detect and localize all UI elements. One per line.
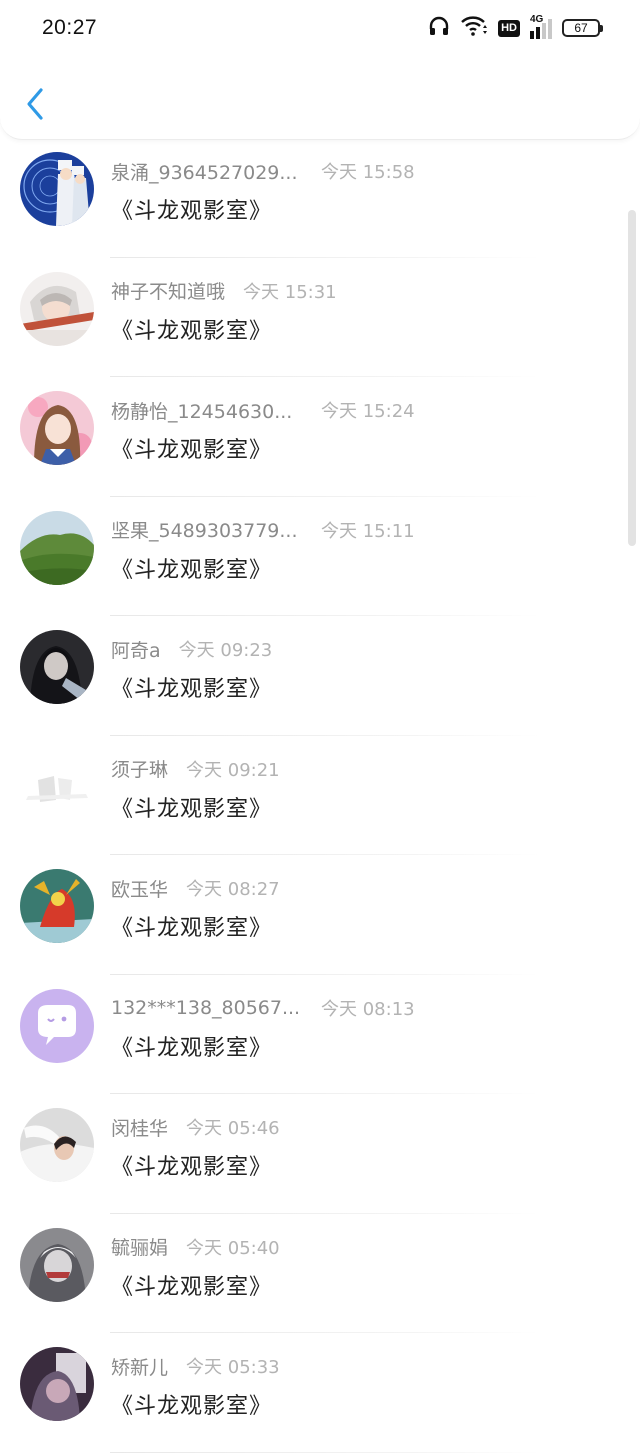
nickname[interactable]: 神子不知道哦	[111, 277, 225, 304]
headphones-icon	[428, 15, 450, 41]
scrollbar[interactable]	[628, 210, 636, 546]
name-row: 坚果_5489303779... 今天 15:11	[111, 515, 415, 545]
nickname[interactable]: 杨静怡_12454630...	[111, 397, 321, 424]
list-item[interactable]: 阿奇a 今天 09:23 《斗龙观影室》	[0, 616, 640, 736]
name-row: 132***138_80567... 今天 08:13	[111, 993, 415, 1023]
avatar[interactable]	[20, 152, 94, 226]
avatar[interactable]	[20, 749, 94, 824]
nickname[interactable]: 毓骊娟	[111, 1233, 168, 1260]
name-row: 矫新儿 今天 05:33	[111, 1351, 280, 1381]
avatar[interactable]	[20, 271, 94, 346]
status-time: 20:27	[42, 16, 98, 39]
list-item[interactable]: 欧玉华 今天 08:27 《斗龙观影室》	[0, 855, 640, 975]
content-text[interactable]: 《斗龙观影室》	[111, 1030, 272, 1062]
timestamp: 今天 15:11	[321, 520, 415, 542]
signal-icon: 4G	[530, 14, 552, 39]
timestamp: 今天 15:58	[321, 162, 415, 183]
name-row: 泉涌_9364527029... 今天 15:58	[111, 156, 415, 186]
name-row: 阿奇a 今天 09:23	[111, 634, 272, 664]
name-row: 闵桂华 今天 05:46	[111, 1112, 280, 1142]
avatar[interactable]	[20, 391, 94, 465]
status-bar: 20:27 HD 4G 67	[0, 0, 640, 58]
list-item[interactable]: 杨静怡_12454630... 今天 15:24 《斗龙观影室》	[0, 377, 640, 497]
content-text[interactable]: 《斗龙观影室》	[111, 791, 272, 823]
nickname[interactable]: 须子琳	[111, 755, 168, 782]
name-row: 毓骊娟 今天 05:40	[111, 1232, 280, 1262]
nickname[interactable]: 阿奇a	[111, 636, 161, 663]
list-item[interactable]: 神子不知道哦 今天 15:31 《斗龙观影室》	[0, 258, 640, 378]
timestamp: 今天 09:21	[186, 759, 280, 781]
list-item[interactable]: 须子琳 今天 09:21 《斗龙观影室》	[0, 736, 640, 856]
name-row: 神子不知道哦 今天 15:31	[111, 276, 337, 306]
wifi-icon	[460, 15, 488, 41]
list-item[interactable]: 闵桂华 今天 05:46 《斗龙观影室》	[0, 1094, 640, 1214]
timestamp: 今天 08:27	[186, 879, 280, 900]
timestamp: 今天 08:13	[321, 998, 415, 1020]
timestamp: 今天 15:31	[243, 281, 337, 303]
content-text[interactable]: 《斗龙观影室》	[111, 193, 272, 225]
nickname[interactable]: 闵桂华	[111, 1114, 168, 1141]
network-type: 4G	[530, 14, 544, 25]
avatar[interactable]	[20, 1227, 94, 1302]
content-text[interactable]: 《斗龙观影室》	[111, 671, 272, 703]
nickname[interactable]: 欧玉华	[111, 875, 168, 902]
name-row: 欧玉华 今天 08:27	[111, 873, 280, 903]
timestamp: 今天 05:46	[186, 1118, 280, 1139]
hd-badge: HD	[498, 19, 520, 37]
content-text[interactable]: 《斗龙观影室》	[111, 1388, 272, 1420]
battery-indicator: 67	[562, 19, 603, 37]
battery-level: 67	[574, 21, 588, 35]
content-text[interactable]: 《斗龙观影室》	[111, 1149, 272, 1181]
chevron-left-icon	[27, 88, 43, 120]
nickname[interactable]: 坚果_5489303779...	[111, 516, 321, 543]
content-text[interactable]: 《斗龙观影室》	[111, 1269, 272, 1301]
avatar[interactable]	[20, 1108, 94, 1182]
nickname[interactable]: 泉涌_9364527029...	[111, 158, 321, 185]
content-text[interactable]: 《斗龙观影室》	[111, 910, 272, 942]
avatar[interactable]	[20, 869, 94, 943]
timestamp: 今天 09:23	[178, 640, 273, 661]
nickname[interactable]: 132***138_80567...	[111, 997, 321, 1019]
list-item[interactable]: 132***138_80567... 今天 08:13 《斗龙观影室》	[0, 975, 640, 1095]
list-item[interactable]: 毓骊娟 今天 05:40 《斗龙观影室》	[0, 1214, 640, 1334]
status-icons: HD 4G 67	[428, 14, 603, 41]
name-row: 杨静怡_12454630... 今天 15:24	[111, 395, 415, 425]
avatar[interactable]	[20, 630, 94, 704]
content-text[interactable]: 《斗龙观影室》	[111, 552, 272, 584]
avatar[interactable]	[20, 988, 94, 1063]
nickname[interactable]: 矫新儿	[111, 1353, 168, 1380]
timestamp: 今天 05:40	[186, 1237, 280, 1259]
list-item[interactable]: 坚果_5489303779... 今天 15:11 《斗龙观影室》	[0, 497, 640, 617]
comment-list: 泉涌_9364527029... 今天 15:58 《斗龙观影室》 神子不知道哦…	[0, 140, 640, 1453]
content-text[interactable]: 《斗龙观影室》	[111, 432, 272, 464]
content-text[interactable]: 《斗龙观影室》	[111, 313, 272, 345]
back-button[interactable]	[20, 84, 50, 124]
name-row: 须子琳 今天 09:21	[111, 754, 280, 784]
timestamp: 今天 05:33	[186, 1357, 280, 1378]
list-item[interactable]: 矫新儿 今天 05:33 《斗龙观影室》	[0, 1333, 640, 1453]
list-item[interactable]: 泉涌_9364527029... 今天 15:58 《斗龙观影室》	[0, 138, 640, 258]
avatar[interactable]	[20, 510, 94, 585]
timestamp: 今天 15:24	[321, 401, 415, 422]
avatar[interactable]	[20, 1347, 94, 1421]
